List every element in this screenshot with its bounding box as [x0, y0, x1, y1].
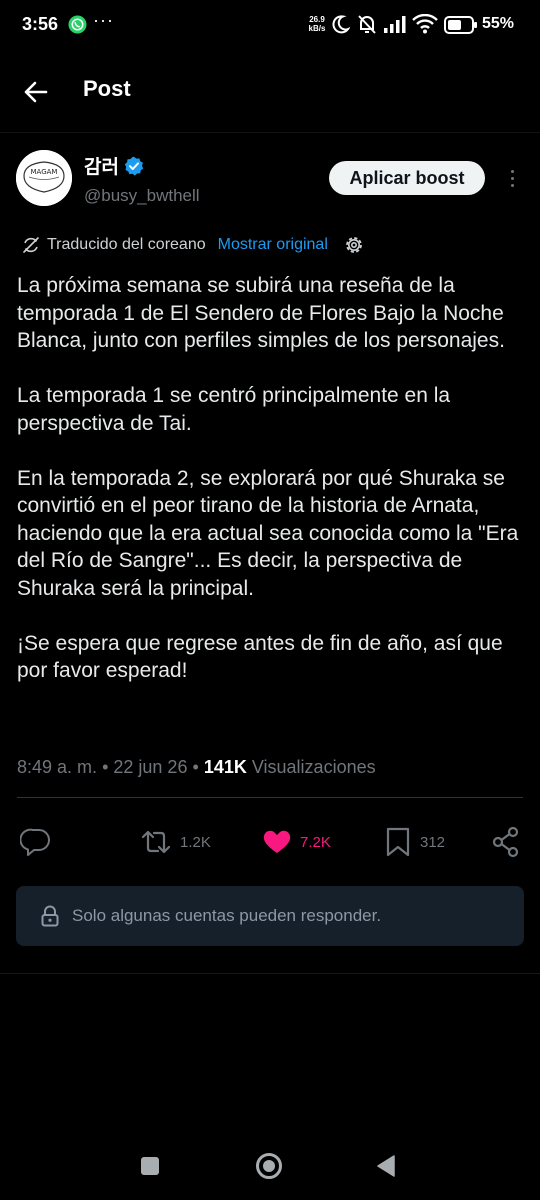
divider: [0, 973, 540, 974]
share-icon: [492, 826, 519, 858]
lock-icon: [41, 905, 59, 927]
meta-separator: •: [192, 757, 199, 777]
more-dot: [510, 169, 514, 173]
boost-button[interactable]: Aplicar boost: [329, 161, 485, 195]
post-time: 8:49 a. m.: [17, 757, 98, 777]
more-dot: [510, 176, 514, 180]
like-count: 7.2K: [300, 833, 331, 851]
author-name-row[interactable]: 감러: [84, 152, 144, 179]
back-button[interactable]: [22, 74, 66, 110]
page-title: Post: [83, 76, 131, 101]
whatsapp-icon: [68, 15, 87, 34]
author-handle[interactable]: @busy_bwthell: [84, 186, 200, 206]
back-arrow-icon: [24, 81, 48, 103]
status-bar: 3:56 ··· 26.9 kB/s 55%: [0, 0, 540, 52]
verified-badge-icon: [124, 156, 144, 175]
network-speed-unit: kB/s: [308, 24, 326, 33]
system-navigation-bar: [0, 1130, 540, 1200]
translated-from-label: Traducido del coreano: [47, 236, 206, 253]
reply-bubble-icon: [20, 828, 50, 856]
home-button[interactable]: [255, 1152, 283, 1185]
show-original-link[interactable]: Mostrar original: [218, 236, 328, 254]
reply-button[interactable]: [20, 824, 52, 860]
avatar-image: MAGAM: [16, 150, 72, 206]
recents-square-icon: [141, 1157, 159, 1175]
views-count[interactable]: 141K: [204, 757, 247, 777]
repost-icon: [141, 830, 171, 854]
translation-settings-button[interactable]: [344, 235, 364, 255]
do-not-disturb-moon-icon: [332, 15, 350, 34]
post-paragraph: La temporada 1 se centró principalmente …: [17, 384, 451, 435]
repost-count: 1.2K: [180, 833, 211, 851]
back-triangle-icon: [377, 1155, 395, 1177]
bookmark-count: 312: [420, 833, 446, 851]
battery-percentage: 55%: [482, 15, 515, 32]
post-date: 22 jun 26: [113, 757, 188, 777]
more-dot: [510, 183, 514, 187]
avatar-text: MAGAM: [31, 168, 58, 176]
like-button[interactable]: 7.2K: [262, 824, 331, 860]
translate-icon: [23, 237, 39, 253]
more-options-button[interactable]: [502, 164, 522, 192]
top-app-bar: Post: [0, 52, 540, 133]
post-paragraph: La próxima semana se subirá una reseña d…: [17, 274, 505, 352]
translation-bar: Traducido del coreano Mostrar original: [22, 233, 364, 257]
avatar[interactable]: MAGAM: [16, 150, 72, 206]
heart-filled-icon: [263, 830, 291, 853]
post-paragraph: ¡Se espera que regrese antes de fin de a…: [17, 631, 503, 683]
reply-restriction-banner: Solo algunas cuentas pueden responder.: [16, 886, 524, 946]
signal-bars-icon: [384, 16, 406, 33]
lock-icon-wrapper: [40, 905, 60, 927]
reply-restriction-text: Solo algunas cuentas pueden responder.: [72, 906, 382, 925]
divider: [17, 797, 523, 798]
post-paragraph: En la temporada 2, se explorará por qué …: [17, 466, 519, 600]
views-label: Visualizaciones: [251, 757, 376, 777]
meta-separator: •: [102, 757, 109, 777]
notification-overflow-dots: ···: [93, 10, 114, 30]
muted-bell-icon: [358, 15, 376, 34]
home-circle-icon: [256, 1153, 282, 1179]
network-speed-value: 26.9: [309, 15, 325, 24]
status-time: 3:56: [22, 14, 59, 34]
bookmark-icon: [386, 827, 410, 857]
post-text: La próxima semana se subirá una reseña d…: [17, 272, 522, 685]
network-speed: 26.9 kB/s: [305, 15, 329, 33]
share-button[interactable]: [491, 824, 521, 860]
repost-button[interactable]: 1.2K: [140, 824, 211, 860]
battery-icon: [444, 16, 477, 34]
post-metadata: 8:49 a. m. • 22 jun 26 • 141K Visualizac…: [17, 757, 376, 778]
back-nav-button[interactable]: [376, 1154, 396, 1183]
gear-icon: [345, 237, 362, 253]
author-display-name: 감러: [84, 156, 119, 178]
bookmark-button[interactable]: 312: [384, 824, 445, 860]
recents-button[interactable]: [140, 1156, 160, 1181]
wifi-icon: [412, 14, 438, 34]
